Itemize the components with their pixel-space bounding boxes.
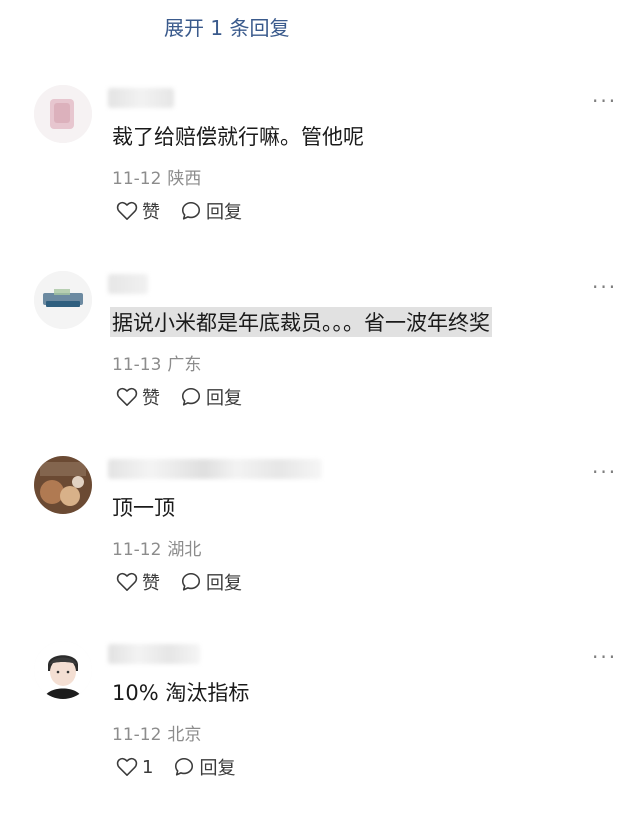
comment-location: 北京 — [167, 725, 202, 745]
comment-actions: 赞 回复 — [116, 385, 242, 409]
comment-meta: 11-12 陕西 — [112, 164, 201, 189]
comment-actions: 赞 回复 — [116, 570, 242, 594]
reply-button[interactable]: 回复 — [180, 384, 242, 410]
avatar[interactable] — [34, 456, 92, 514]
comment-location: 陕西 — [167, 169, 202, 189]
comment-location: 湖北 — [167, 540, 202, 560]
comment-item: ··· 据说小米都是年底裁员。。。省一波年终奖 11-13 广东 赞 回复 — [0, 271, 624, 451]
reply-label: 回复 — [206, 388, 242, 409]
more-options-button[interactable]: ··· — [592, 89, 617, 113]
comment-date: 11-12 — [112, 540, 162, 560]
comment-meta: 11-13 广东 — [112, 350, 201, 375]
reply-button[interactable]: 回复 — [180, 569, 242, 595]
comment-date: 11-12 — [112, 169, 162, 189]
comment-bubble-icon — [181, 387, 201, 406]
like-button[interactable]: 1 — [116, 757, 153, 778]
comment-bubble-icon — [181, 201, 201, 220]
like-button[interactable]: 赞 — [116, 569, 160, 595]
reply-label: 回复 — [206, 573, 242, 594]
comment-actions: 1 回复 — [116, 755, 235, 779]
heart-icon — [116, 201, 138, 220]
comment-text: 10% 淘汰指标 — [112, 681, 250, 705]
comment-item: ··· 裁了给赔偿就行嘛。管他呢 11-12 陕西 赞 回复 — [0, 85, 624, 265]
username-blurred[interactable] — [108, 274, 148, 294]
reply-button[interactable]: 回复 — [180, 198, 242, 224]
comment-meta: 11-12 北京 — [112, 720, 201, 745]
avatar[interactable] — [34, 85, 92, 143]
more-options-button[interactable]: ··· — [592, 460, 617, 484]
comment-actions: 赞 回复 — [116, 199, 242, 223]
username-blurred[interactable] — [108, 88, 174, 108]
heart-icon — [116, 757, 138, 776]
like-button[interactable]: 赞 — [116, 198, 160, 224]
like-label: 赞 — [142, 202, 160, 223]
comment-bubble-icon — [181, 572, 201, 591]
comment-text: 顶一顶 — [112, 496, 175, 520]
reply-label: 回复 — [199, 758, 236, 779]
username-blurred[interactable] — [108, 459, 322, 479]
like-label: 赞 — [142, 388, 160, 409]
like-button[interactable]: 赞 — [116, 384, 160, 410]
reply-label: 回复 — [206, 202, 242, 223]
comment-meta: 11-12 湖北 — [112, 535, 201, 560]
reply-button[interactable]: 回复 — [173, 754, 235, 780]
comment-text: 裁了给赔偿就行嘛。管他呢 — [112, 125, 364, 149]
comment-location: 广东 — [167, 355, 202, 375]
more-options-button[interactable]: ··· — [592, 275, 617, 299]
comment-text: 据说小米都是年底裁员。。。省一波年终奖 — [110, 307, 492, 337]
username-blurred[interactable] — [108, 644, 200, 664]
expand-replies-link[interactable]: 展开 1 条回复 — [164, 12, 289, 41]
more-options-button[interactable]: ··· — [592, 645, 617, 669]
like-label: 赞 — [142, 573, 160, 594]
avatar[interactable] — [34, 271, 92, 329]
avatar[interactable] — [34, 641, 92, 699]
heart-icon — [116, 572, 138, 591]
comment-date: 11-12 — [112, 725, 162, 745]
like-count: 1 — [142, 756, 154, 778]
comment-date: 11-13 — [112, 355, 162, 375]
comment-item: ··· 顶一顶 11-12 湖北 赞 回复 — [0, 456, 624, 636]
heart-icon — [116, 387, 138, 406]
comment-item: ··· 10% 淘汰指标 11-12 北京 1 回复 — [0, 641, 624, 821]
comment-bubble-icon — [175, 757, 194, 776]
